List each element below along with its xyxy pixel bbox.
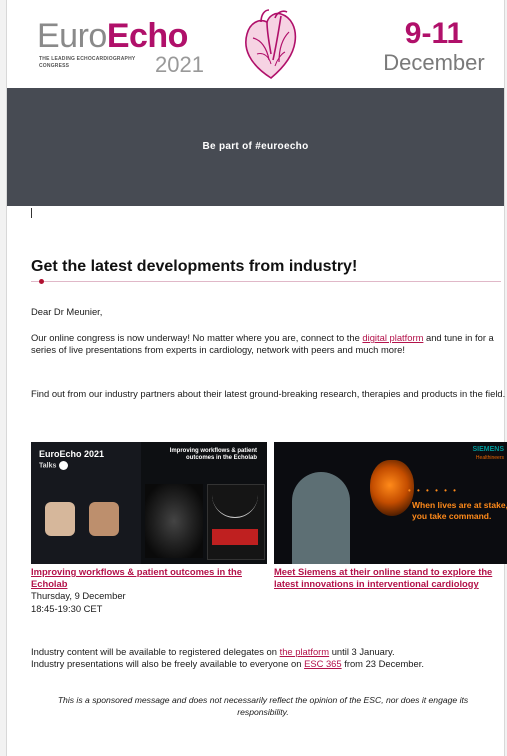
email-page: EuroEcho The leading echocardiography co… — [6, 0, 507, 756]
content-card: Get the latest developments from industr… — [19, 206, 507, 746]
dates-days: 9-11 — [404, 17, 464, 50]
talk-image-subtitle: Talks — [39, 462, 57, 470]
siemens-stand-link[interactable]: Meet Siemens at their online stand to ex… — [274, 566, 507, 590]
talk-date: Thursday, 9 December — [31, 590, 126, 602]
dates-month: December — [383, 50, 485, 75]
intro-paragraph: Our online congress is now underway! No … — [31, 332, 494, 356]
title-divider — [31, 281, 501, 282]
partners-paragraph: Find out from our industry partners abou… — [31, 388, 506, 399]
siemens-logo: SIEMENS Healthineers — [472, 446, 504, 461]
echocardiogram-image — [145, 484, 203, 558]
echocardiogram-chart — [207, 484, 265, 560]
section-title: Get the latest developments from industr… — [31, 258, 358, 275]
sponsored-disclaimer: This is a sponsored message and does not… — [57, 695, 469, 717]
greeting: Dear Dr Meunier, — [31, 306, 103, 317]
availability-paragraph: Industry content will be available to re… — [31, 646, 395, 657]
anatomical-heart-icon — [239, 8, 303, 82]
logo-euro: Euro — [37, 17, 107, 55]
congress-dates: 9-11 December — [379, 18, 489, 76]
siemens-banner-image[interactable]: SIEMENS Healthineers • • • • • • When li… — [274, 442, 507, 564]
siemens-tagline: When lives are at stake, you take comman… — [412, 500, 507, 521]
euroecho-logo[interactable]: EuroEcho The leading echocardiography co… — [37, 18, 207, 78]
woman-portrait — [292, 472, 350, 564]
banner-text: Be part of #euroecho — [202, 141, 309, 152]
echolab-talk-image[interactable]: EuroEcho 2021 Talks Improving workflows … — [31, 442, 267, 564]
hero-banner[interactable]: Be part of #euroecho — [7, 88, 504, 206]
play-icon — [59, 461, 69, 470]
logo-tagline: The leading echocardiography congress — [39, 56, 136, 69]
talk-time: 18:45-19:30 CET — [31, 602, 103, 614]
speaker-photo — [45, 502, 75, 536]
esc365-link[interactable]: ESC 365 — [304, 658, 342, 669]
echolab-talk-link[interactable]: Improving workflows & patient outcomes i… — [31, 566, 267, 590]
text-cursor — [31, 208, 32, 218]
logo-echo: Echo — [106, 17, 189, 55]
talk-image-title: EuroEcho 2021 — [39, 449, 105, 459]
logo-year: 2021 — [155, 52, 204, 77]
email-header: EuroEcho The leading echocardiography co… — [7, 0, 504, 88]
divider-dot — [39, 279, 44, 284]
platform-link[interactable]: the platform — [280, 646, 330, 657]
echolab-talk-caption: Improving workflows & patient outcomes i… — [31, 566, 267, 615]
speaker-photo — [89, 502, 119, 536]
siemens-dots: • • • • • • — [408, 486, 458, 495]
talk-image-heading: Improving workflows & patient outcomes i… — [169, 448, 257, 461]
free-access-paragraph: Industry presentations will also be free… — [31, 658, 424, 669]
digital-platform-link[interactable]: digital platform — [362, 332, 423, 343]
siemens-caption: Meet Siemens at their online stand to ex… — [274, 566, 507, 590]
